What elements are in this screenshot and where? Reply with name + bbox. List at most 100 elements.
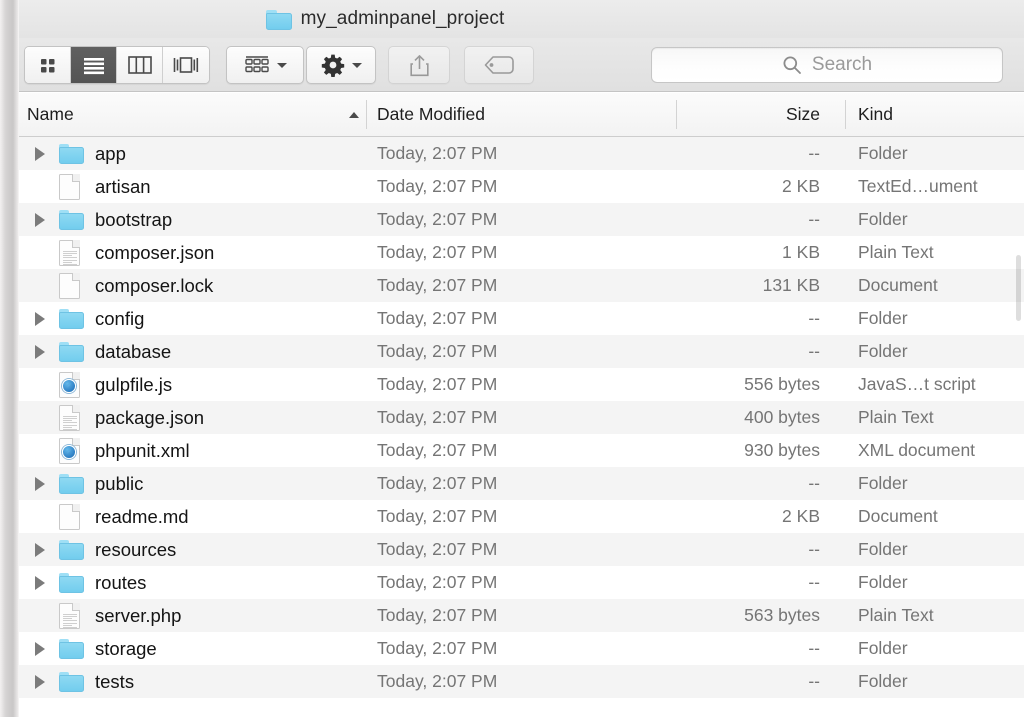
table-row[interactable]: tests Today, 2:07 PM -- Folder bbox=[19, 665, 1024, 698]
file-kind-cell: Folder bbox=[858, 671, 908, 691]
list-icon bbox=[83, 57, 104, 74]
text-document-icon bbox=[59, 404, 80, 431]
table-row[interactable]: readme.md Today, 2:07 PM 2 KB Document bbox=[19, 500, 1024, 533]
file-date-cell: Today, 2:07 PM bbox=[377, 374, 498, 394]
file-date-cell: Today, 2:07 PM bbox=[377, 539, 498, 559]
gallery-view-button[interactable] bbox=[163, 47, 209, 83]
column-header-date-label: Date Modified bbox=[377, 104, 485, 124]
table-row[interactable]: package.json Today, 2:07 PM 400 bytes Plain… bbox=[19, 401, 1024, 434]
columns-icon bbox=[127, 56, 152, 74]
file-name-cell: composer.lock bbox=[95, 274, 214, 296]
action-button[interactable] bbox=[306, 46, 376, 84]
document-icon bbox=[59, 503, 80, 530]
file-icon-cell bbox=[59, 339, 85, 365]
disclosure-triangle-button[interactable] bbox=[28, 146, 52, 161]
document-icon bbox=[59, 272, 80, 299]
file-icon-cell bbox=[59, 239, 85, 266]
arrange-grid-icon bbox=[244, 56, 269, 73]
file-date-cell: Today, 2:07 PM bbox=[377, 275, 498, 295]
toolbar: Search bbox=[0, 38, 1024, 92]
table-row[interactable]: server.php Today, 2:07 PM 563 bytes Plain T… bbox=[19, 599, 1024, 632]
file-name-cell: composer.json bbox=[95, 241, 215, 263]
chevron-down-icon bbox=[351, 62, 362, 68]
file-size-cell: 556 bytes bbox=[744, 374, 820, 394]
search-input[interactable]: Search bbox=[651, 47, 1003, 83]
file-kind-cell: TextEd…ument bbox=[858, 176, 978, 196]
file-kind-cell: Plain Text bbox=[858, 407, 934, 427]
tag-button[interactable] bbox=[464, 46, 534, 84]
column-view-button[interactable] bbox=[117, 47, 163, 83]
triangle-right-icon bbox=[35, 344, 45, 359]
folder-icon bbox=[59, 308, 84, 329]
file-size-cell: -- bbox=[808, 671, 820, 691]
table-row[interactable]: database Today, 2:07 PM -- Folder bbox=[19, 335, 1024, 368]
chevron-down-icon bbox=[276, 62, 287, 68]
file-size-cell: 1 KB bbox=[782, 242, 820, 262]
file-kind-cell: JavaS…t script bbox=[858, 374, 976, 394]
file-list[interactable]: app Today, 2:07 PM -- Folder artisan Today, 2… bbox=[19, 137, 1024, 717]
file-icon-cell bbox=[59, 272, 85, 299]
table-row[interactable]: composer.json Today, 2:07 PM 1 KB Plain Tex… bbox=[19, 236, 1024, 269]
disclosure-triangle-button[interactable] bbox=[28, 542, 52, 557]
disclosure-triangle-button[interactable] bbox=[28, 212, 52, 227]
file-icon-cell bbox=[59, 503, 85, 530]
column-header-kind-label: Kind bbox=[858, 104, 894, 124]
triangle-right-icon bbox=[35, 575, 45, 590]
table-row[interactable]: config Today, 2:07 PM -- Folder bbox=[19, 302, 1024, 335]
window-title-group: my_adminpanel_project bbox=[265, 8, 505, 30]
table-row[interactable]: gulpfile.js Today, 2:07 PM 556 bytes JavaS…… bbox=[19, 368, 1024, 401]
table-row[interactable]: routes Today, 2:07 PM -- Folder bbox=[19, 566, 1024, 599]
window-titlebar[interactable]: my_adminpanel_project bbox=[0, 0, 1024, 38]
file-name-cell: public bbox=[95, 472, 144, 494]
arrange-button[interactable] bbox=[226, 46, 304, 84]
file-date-cell: Today, 2:07 PM bbox=[377, 440, 498, 460]
column-header-kind[interactable]: Kind bbox=[858, 93, 893, 136]
table-row[interactable]: public Today, 2:07 PM -- Folder bbox=[19, 467, 1024, 500]
table-row[interactable]: app Today, 2:07 PM -- Folder bbox=[19, 137, 1024, 170]
table-row[interactable]: bootstrap Today, 2:07 PM -- Folder bbox=[19, 203, 1024, 236]
window-left-edge bbox=[0, 0, 19, 717]
file-name-cell: tests bbox=[95, 670, 135, 692]
file-name-cell: resources bbox=[95, 538, 177, 560]
file-icon-cell bbox=[59, 570, 85, 596]
share-button[interactable] bbox=[388, 46, 450, 84]
file-size-cell: -- bbox=[808, 473, 820, 493]
column-divider[interactable] bbox=[845, 100, 846, 129]
table-row[interactable]: artisan Today, 2:07 PM 2 KB TextEd…ument bbox=[19, 170, 1024, 203]
column-header-size[interactable]: Size bbox=[579, 93, 820, 136]
tag-icon bbox=[484, 56, 514, 74]
column-header-size-label: Size bbox=[785, 104, 820, 124]
table-row[interactable]: phpunit.xml Today, 2:07 PM 930 bytes XML do… bbox=[19, 434, 1024, 467]
triangle-right-icon bbox=[35, 641, 45, 656]
folder-icon bbox=[59, 671, 84, 692]
table-row[interactable]: storage Today, 2:07 PM -- Folder bbox=[19, 632, 1024, 665]
folder-icon bbox=[59, 341, 84, 362]
disclosure-triangle-button[interactable] bbox=[28, 674, 52, 689]
file-date-cell: Today, 2:07 PM bbox=[377, 473, 498, 493]
page-title: my_adminpanel_project bbox=[300, 8, 505, 29]
disclosure-triangle-button[interactable] bbox=[28, 476, 52, 491]
file-kind-cell: XML document bbox=[858, 440, 976, 460]
search-placeholder: Search bbox=[811, 54, 873, 75]
file-size-cell: 563 bytes bbox=[744, 605, 820, 625]
column-header-name[interactable]: Name bbox=[27, 93, 74, 136]
disclosure-triangle-button[interactable] bbox=[28, 641, 52, 656]
disclosure-triangle-button[interactable] bbox=[28, 344, 52, 359]
table-row[interactable]: composer.lock Today, 2:07 PM 131 KB Documen… bbox=[19, 269, 1024, 302]
file-kind-cell: Folder bbox=[858, 308, 908, 328]
file-size-cell: 930 bytes bbox=[744, 440, 820, 460]
finder-window: my_adminpanel_project Search Name Date M… bbox=[0, 0, 1024, 717]
icon-view-button[interactable] bbox=[25, 47, 71, 83]
folder-icon bbox=[59, 638, 84, 659]
list-view-button[interactable] bbox=[71, 47, 117, 83]
disclosure-triangle-button[interactable] bbox=[28, 311, 52, 326]
disclosure-triangle-button[interactable] bbox=[28, 575, 52, 590]
file-name-cell: app bbox=[95, 142, 126, 164]
gear-icon bbox=[321, 54, 344, 77]
table-row[interactable]: resources Today, 2:07 PM -- Folder bbox=[19, 533, 1024, 566]
vertical-scrollbar[interactable] bbox=[1016, 255, 1021, 321]
file-kind-cell: Folder bbox=[858, 341, 908, 361]
column-header-date[interactable]: Date Modified bbox=[377, 93, 485, 136]
column-divider[interactable] bbox=[366, 100, 367, 129]
file-date-cell: Today, 2:07 PM bbox=[377, 506, 498, 526]
